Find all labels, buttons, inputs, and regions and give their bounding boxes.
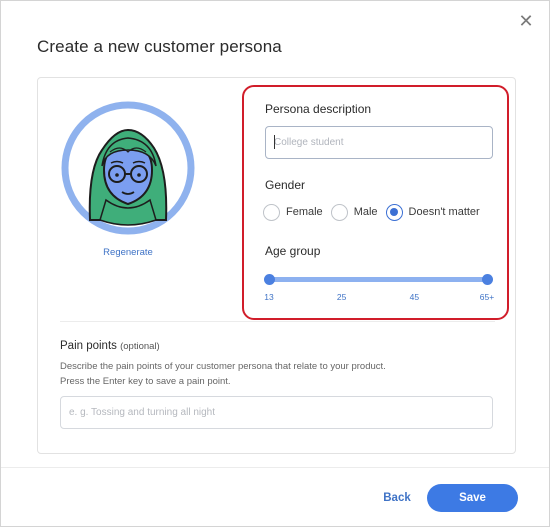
persona-description-label: Persona description: [265, 102, 372, 116]
pain-points-input[interactable]: [60, 396, 493, 429]
pain-points-description-line1: Describe the pain points of your custome…: [60, 361, 386, 372]
persona-avatar-icon: [60, 100, 196, 236]
radio-label-female: Female: [286, 206, 323, 218]
age-slider-fill: [269, 277, 487, 282]
age-tick-label: 65+: [479, 292, 495, 302]
age-tick-label: 13: [264, 292, 274, 302]
gender-option-female[interactable]: Female: [263, 203, 323, 221]
section-divider: [60, 321, 495, 322]
radio-label-male: Male: [353, 206, 378, 218]
radio-label-doesnt-matter: Doesn't matter: [408, 206, 480, 218]
persona-form-card: Regenerate Persona description Gender Fe…: [37, 77, 516, 454]
gender-option-doesnt-matter[interactable]: Doesn't matter: [385, 203, 480, 221]
radio-doesnt-matter[interactable]: [385, 203, 403, 221]
text-caret: [274, 135, 275, 149]
dialog-title: Create a new customer persona: [37, 37, 282, 56]
pain-points-optional: (optional): [120, 341, 160, 352]
age-tick-label: 45: [409, 292, 420, 302]
radio-male[interactable]: [330, 203, 348, 221]
age-slider-min-handle[interactable]: [263, 274, 275, 285]
gender-label: Gender: [265, 178, 306, 192]
gender-option-male[interactable]: Male: [330, 203, 378, 221]
pain-points-label: Pain points (optional): [60, 340, 160, 352]
pain-points-title: Pain points: [60, 340, 117, 352]
save-button[interactable]: Save: [427, 484, 518, 512]
age-group-label: Age group: [265, 244, 321, 258]
pain-points-description-line2: Press the Enter key to save a pain point…: [60, 376, 231, 387]
back-button[interactable]: Back: [373, 484, 421, 512]
age-slider-track[interactable]: [269, 277, 487, 282]
regenerate-link[interactable]: Regenerate: [78, 247, 178, 258]
footer-divider: [1, 467, 549, 468]
create-persona-dialog: ✕ Create a new customer persona Regenera…: [0, 0, 550, 527]
age-tick-label: 25: [336, 292, 347, 302]
pain-points-description: Describe the pain points of your custome…: [60, 359, 500, 389]
radio-female[interactable]: [263, 203, 280, 221]
close-icon[interactable]: ✕: [517, 13, 535, 31]
gender-radio-group: Female Male Doesn't matter: [263, 202, 488, 222]
persona-description-input[interactable]: [265, 126, 493, 159]
age-slider-max-handle[interactable]: [481, 274, 493, 285]
